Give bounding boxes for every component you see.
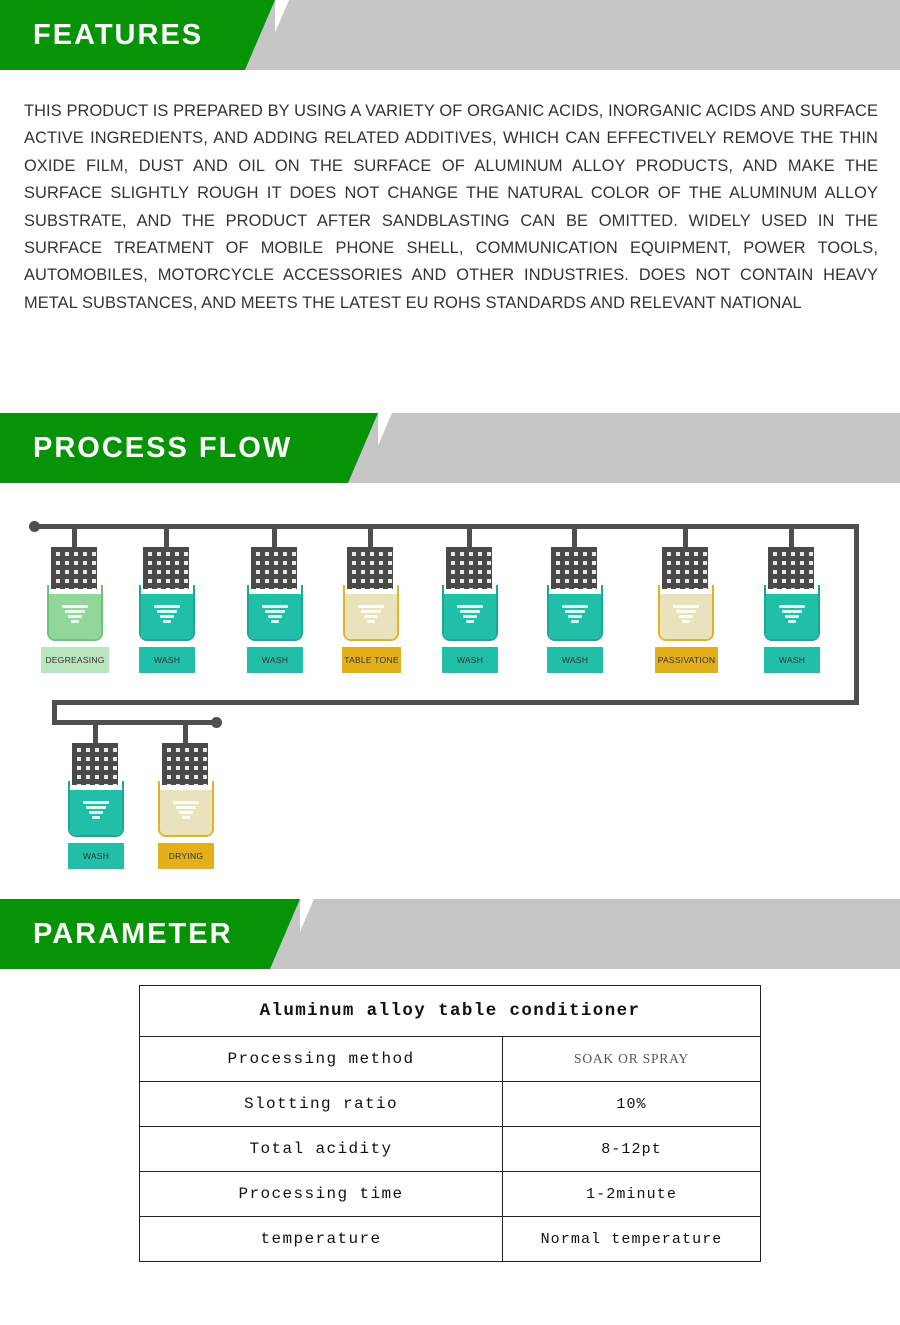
process-step-label: WASH <box>764 647 820 673</box>
process-tank <box>47 585 103 641</box>
process-flow-title: PROCESS FLOW <box>33 431 293 464</box>
table-row-caption: Aluminum alloy table conditioner <box>139 985 761 1037</box>
rail-end-cap <box>211 717 222 728</box>
parameter-table: Aluminum alloy table conditioner Process… <box>139 985 761 1262</box>
table-value-cell: 8-12pt <box>502 1126 761 1172</box>
process-tank <box>247 585 303 641</box>
workpiece-basket-icon <box>162 743 208 785</box>
process-tank <box>158 781 214 837</box>
workpiece-basket-icon <box>446 547 492 589</box>
table-key-cell: Total acidity <box>139 1126 503 1172</box>
parameter-banner: PARAMETER <box>0 899 900 969</box>
process-step-label: TABLE TONE <box>342 647 401 673</box>
table-value-cell: 10% <box>502 1081 761 1127</box>
table-value-cell: 1-2minute <box>502 1171 761 1217</box>
rail-right-vertical <box>854 524 859 704</box>
liquid-ripple-icon <box>83 801 109 819</box>
table-row: Total acidity 8-12pt <box>139 1126 761 1172</box>
liquid-ripple-icon <box>262 605 288 623</box>
process-step-label: WASH <box>547 647 603 673</box>
liquid-ripple-icon <box>173 801 199 819</box>
parameter-table-wrapper: Aluminum alloy table conditioner Process… <box>0 985 900 1262</box>
workpiece-basket-icon <box>551 547 597 589</box>
liquid-ripple-icon <box>358 605 384 623</box>
table-value-cell: Normal temperature <box>502 1216 761 1262</box>
workpiece-basket-icon <box>251 547 297 589</box>
features-body-text: THIS PRODUCT IS PREPARED BY USING A VARI… <box>24 102 878 312</box>
process-tank <box>658 585 714 641</box>
process-tank <box>343 585 399 641</box>
process-step-label: DEGREASING <box>41 647 109 673</box>
liquid-ripple-icon <box>457 605 483 623</box>
features-banner: FEATURES <box>0 0 900 70</box>
rail-start-cap <box>29 521 40 532</box>
process-tank <box>547 585 603 641</box>
process-step-label: PASSIVATION <box>655 647 718 673</box>
rail-middle-horizontal <box>52 700 859 705</box>
workpiece-basket-icon <box>51 547 97 589</box>
process-tank <box>764 585 820 641</box>
table-key-cell: Processing time <box>139 1171 503 1217</box>
rail-bottom-horizontal <box>52 720 217 725</box>
workpiece-basket-icon <box>143 547 189 589</box>
workpiece-basket-icon <box>72 743 118 785</box>
workpiece-basket-icon <box>347 547 393 589</box>
table-row: Processing time 1-2minute <box>139 1171 761 1217</box>
liquid-ripple-icon <box>673 605 699 623</box>
parameter-title: PARAMETER <box>33 917 233 950</box>
workpiece-basket-icon <box>662 547 708 589</box>
rail-top-horizontal <box>33 524 859 529</box>
liquid-ripple-icon <box>779 605 805 623</box>
process-step-label: WASH <box>442 647 498 673</box>
process-flow-diagram: DEGREASING WASH WASH TABLE TONE WASH WAS… <box>0 495 900 890</box>
process-step-label: WASH <box>247 647 303 673</box>
process-tank <box>139 585 195 641</box>
table-row: temperature Normal temperature <box>139 1216 761 1262</box>
product-detail-page: FEATURES THIS PRODUCT IS PREPARED BY USI… <box>0 0 900 1325</box>
process-tank <box>442 585 498 641</box>
table-key-cell: temperature <box>139 1216 503 1262</box>
process-tank <box>68 781 124 837</box>
process-step-label: WASH <box>68 843 124 869</box>
liquid-ripple-icon <box>154 605 180 623</box>
process-flow-banner: PROCESS FLOW <box>0 413 900 483</box>
table-key-cell: Processing method <box>139 1036 503 1082</box>
table-caption-cell: Aluminum alloy table conditioner <box>139 985 761 1037</box>
table-row: Processing method SOAK OR SPRAY <box>139 1036 761 1082</box>
liquid-ripple-icon <box>62 605 88 623</box>
process-step-label: DRYING <box>158 843 214 869</box>
table-key-cell: Slotting ratio <box>139 1081 503 1127</box>
table-row: Slotting ratio 10% <box>139 1081 761 1127</box>
table-value-cell: SOAK OR SPRAY <box>502 1036 761 1082</box>
workpiece-basket-icon <box>768 547 814 589</box>
liquid-ripple-icon <box>562 605 588 623</box>
process-step-label: WASH <box>139 647 195 673</box>
features-title: FEATURES <box>33 18 204 51</box>
